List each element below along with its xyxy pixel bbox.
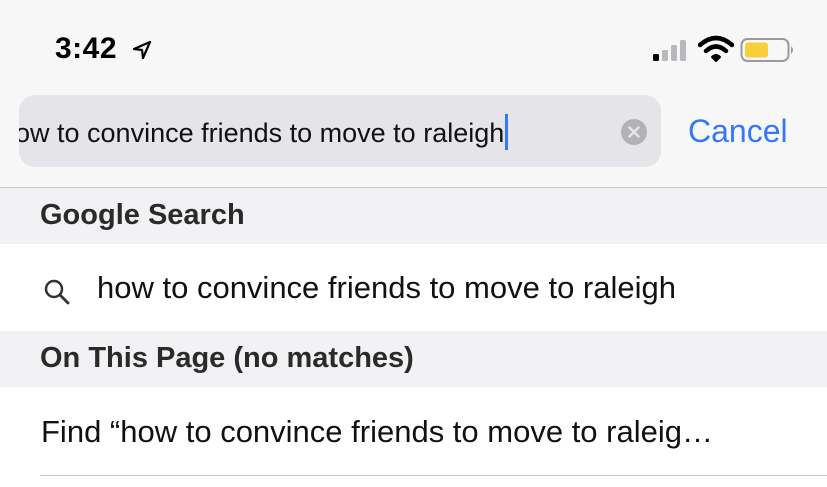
divider [40, 475, 827, 476]
status-time: 3:42 [55, 32, 118, 65]
search-bar: ow to convince friends to move to raleig… [0, 95, 827, 170]
location-arrow-icon [132, 40, 152, 60]
status-bar: 3:42 [0, 0, 827, 90]
cancel-button[interactable]: Cancel [688, 113, 788, 150]
search-icon [44, 279, 70, 305]
search-query-text: ow to convince friends to move to raleig… [19, 118, 505, 148]
search-input[interactable]: ow to convince friends to move to raleig… [19, 95, 661, 167]
find-on-page-text: Find “how to convince friends to move to… [41, 414, 713, 449]
wifi-icon [698, 35, 734, 62]
text-caret [505, 114, 509, 150]
section-title: Google Search [40, 199, 245, 231]
google-suggestion-row[interactable]: how to convince friends to move to ralei… [0, 244, 827, 331]
find-on-page-row[interactable]: Find “how to convince friends to move to… [0, 387, 827, 487]
section-header-on-this-page: On This Page (no matches) [0, 331, 827, 387]
section-title: On This Page (no matches) [40, 342, 414, 374]
cellular-signal-icon [653, 40, 686, 61]
clear-text-icon[interactable] [619, 117, 649, 147]
suggestion-text: how to convince friends to move to ralei… [97, 270, 676, 305]
section-header-google-search: Google Search [0, 188, 827, 244]
battery-icon [740, 38, 793, 62]
